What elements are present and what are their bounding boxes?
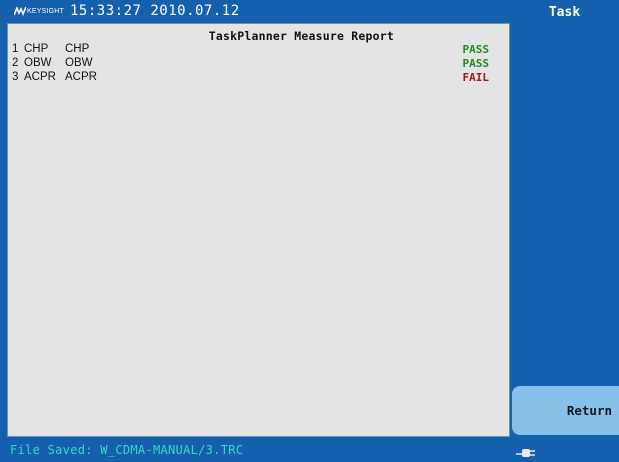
row-result-pass: PASS [462,43,490,56]
title-bar: KEYSIGHT 15:33:27 2010.07.12 [0,0,510,22]
row-result-pass: PASS [462,57,490,70]
row-measure-description: OBW [65,57,93,69]
power-plug-icon [516,449,535,457]
return-button[interactable]: Return [512,386,619,435]
softkey-panel: Task Return [510,0,619,462]
row-index: 1 [12,43,19,55]
row-measure-name: ACPR [24,71,56,83]
return-button-label: Return [566,403,612,418]
row-result-fail: FAIL [462,71,490,84]
report-row: 2 OBW OBW PASS [8,57,511,71]
row-measure-name: CHP [24,43,49,55]
row-measure-description: CHP [65,43,90,55]
keysight-wave-icon [14,6,26,16]
report-row: 3 ACPR ACPR FAIL [8,71,511,85]
datetime-display: 15:33:27 2010.07.12 [70,3,240,19]
report-row: 1 CHP CHP PASS [8,43,511,57]
softkey-menu-title: Task [548,5,581,20]
report-title: TaskPlanner Measure Report [208,29,394,43]
logo-text: KEYSIGHT [27,7,64,15]
keysight-logo: KEYSIGHT [14,6,64,16]
status-bar: File Saved: W_CDMA-MANUAL/3.TRC [7,438,510,462]
status-message: File Saved: W_CDMA-MANUAL/3.TRC [10,443,244,457]
report-panel: TaskPlanner Measure Report 1 CHP CHP PAS… [7,23,510,437]
row-measure-description: ACPR [65,71,97,83]
row-index: 3 [12,71,19,83]
row-index: 2 [12,57,19,69]
row-measure-name: OBW [24,57,52,69]
